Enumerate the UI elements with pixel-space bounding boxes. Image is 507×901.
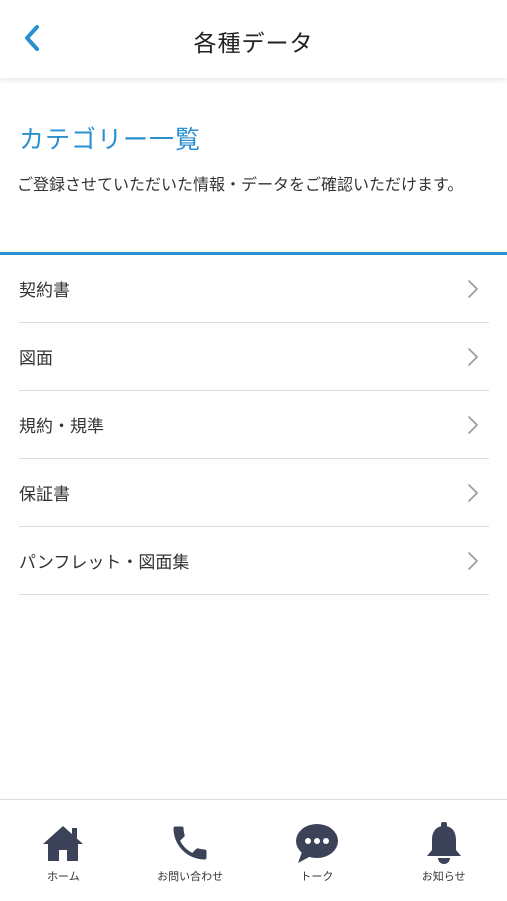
category-item-pamphlets[interactable]: パンフレット・図面集 bbox=[19, 527, 489, 595]
category-item-warranty[interactable]: 保証書 bbox=[19, 459, 489, 527]
tab-label: トーク bbox=[300, 870, 334, 883]
category-label: 契約書 bbox=[19, 281, 70, 301]
tab-talk[interactable]: トーク bbox=[254, 800, 381, 901]
category-item-drawings[interactable]: 図面 bbox=[19, 323, 489, 391]
category-item-contract[interactable]: 契約書 bbox=[19, 255, 489, 323]
tab-label: お問い合わせ bbox=[157, 870, 224, 883]
tab-label: お知らせ bbox=[421, 870, 466, 883]
tab-label: ホーム bbox=[47, 870, 80, 883]
tab-home[interactable]: ホーム bbox=[0, 800, 127, 901]
app-header: 各種データ bbox=[0, 0, 507, 78]
chevron-right-icon bbox=[463, 415, 483, 435]
category-label: 規約・規準 bbox=[19, 417, 104, 437]
tab-notifications[interactable]: お知らせ bbox=[380, 800, 507, 901]
page-title: 各種データ bbox=[193, 31, 314, 57]
category-label: パンフレット・図面集 bbox=[19, 553, 190, 573]
category-label: 保証書 bbox=[19, 485, 70, 505]
chevron-right-icon bbox=[463, 347, 483, 367]
category-item-rules[interactable]: 規約・規準 bbox=[19, 391, 489, 459]
chevron-right-icon bbox=[463, 279, 483, 299]
section-heading: カテゴリー一覧 bbox=[19, 125, 202, 154]
tab-contact[interactable]: お問い合わせ bbox=[127, 800, 254, 901]
phone-icon bbox=[166, 820, 214, 866]
home-icon bbox=[39, 820, 87, 866]
category-label: 図面 bbox=[19, 349, 53, 369]
bottom-tab-bar: ホーム お問い合わせ トーク お知らせ bbox=[0, 799, 507, 901]
chat-icon bbox=[293, 820, 341, 866]
category-list: 契約書 図面 規約・規準 保証書 パンフレット・図面集 bbox=[19, 255, 489, 595]
bell-icon bbox=[420, 820, 468, 866]
chevron-right-icon bbox=[463, 483, 483, 503]
chevron-right-icon bbox=[463, 551, 483, 571]
section-description: ご登録させていただいた情報・データをご確認いただけます。 bbox=[17, 175, 464, 194]
